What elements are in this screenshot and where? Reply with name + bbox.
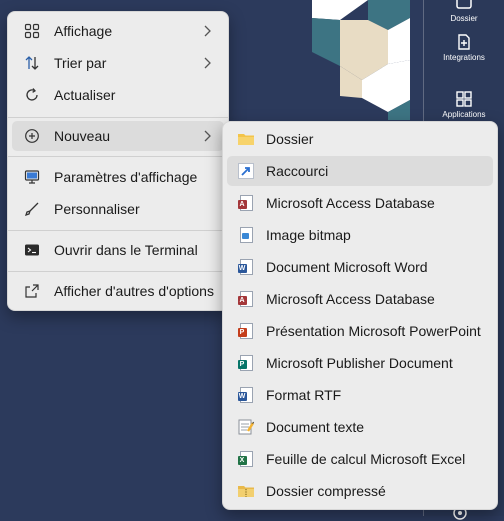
rtf-icon: W (237, 386, 255, 404)
grid-view-icon (24, 23, 40, 39)
rail-item-label: Applications (442, 110, 486, 119)
menu-separator (8, 117, 228, 118)
paintbrush-icon (24, 201, 40, 217)
menu-separator (8, 156, 228, 157)
rail-item-folder[interactable]: Dossier (424, 0, 504, 23)
new-plus-icon (24, 128, 40, 144)
submenu-item-bitmap[interactable]: Image bitmap (227, 220, 493, 250)
display-settings-icon (24, 169, 40, 185)
access-icon: A (237, 194, 255, 212)
menu-item-label: Affichage (54, 23, 113, 39)
folder-icon (237, 130, 255, 148)
access-icon: A (237, 290, 255, 308)
submenu-item-label: Microsoft Access Database (266, 291, 435, 307)
submenu-item-label: Format RTF (266, 387, 342, 403)
bitmap-icon (237, 226, 255, 244)
menu-item-nouveau[interactable]: Nouveau (12, 121, 224, 151)
menu-item-label: Afficher d'autres d'options (54, 283, 214, 299)
submenu-item-label: Document Microsoft Word (266, 259, 428, 275)
chevron-right-icon (204, 25, 211, 37)
submenu-item-label: Dossier (266, 131, 314, 147)
menu-item-label: Ouvrir dans le Terminal (54, 242, 198, 258)
chevron-right-icon (204, 57, 211, 69)
menu-item-label: Paramètres d'affichage (54, 169, 198, 185)
submenu-item-label: Image bitmap (266, 227, 351, 243)
submenu-item-label: Présentation Microsoft PowerPoint (266, 323, 481, 339)
sort-icon (24, 55, 40, 71)
menu-item-ouvrir-terminal[interactable]: Ouvrir dans le Terminal (12, 235, 224, 265)
folder-outline-icon (456, 0, 472, 9)
apps-grid-icon (456, 91, 472, 107)
submenu-item-dossier[interactable]: Dossier (227, 124, 493, 154)
terminal-icon (24, 242, 40, 258)
submenu-item-label: Raccourci (266, 163, 329, 179)
rail-item-label: Dossier (450, 14, 478, 23)
submenu-item-label: Microsoft Publisher Document (266, 355, 453, 371)
menu-separator (8, 271, 228, 272)
menu-item-parametres-affichage[interactable]: Paramètres d'affichage (12, 162, 224, 192)
menu-item-affichage[interactable]: Affichage (12, 16, 224, 46)
submenu-item-excel[interactable]: X Feuille de calcul Microsoft Excel (227, 444, 493, 474)
submenu-item-rtf[interactable]: W Format RTF (227, 380, 493, 410)
submenu-item-label: Dossier compressé (266, 483, 386, 499)
menu-item-autres-options[interactable]: Afficher d'autres d'options (12, 276, 224, 306)
word-icon: W (237, 258, 255, 276)
submenu-item-access-1[interactable]: A Microsoft Access Database (227, 188, 493, 218)
menu-item-label: Nouveau (54, 128, 111, 144)
menu-item-personnaliser[interactable]: Personnaliser (12, 194, 224, 224)
rail-item-label: Integrations (443, 53, 485, 62)
chevron-right-icon (204, 130, 211, 142)
menu-item-label: Personnaliser (54, 201, 140, 217)
rail-item-applications[interactable]: Applications (424, 90, 504, 119)
shortcut-icon (237, 162, 255, 180)
context-menu: Affichage Trier par Actualiser Nouveau P… (7, 11, 229, 311)
menu-separator (8, 230, 228, 231)
submenu-item-texte[interactable]: Document texte (227, 412, 493, 442)
integrations-icon (458, 34, 470, 50)
text-document-icon (237, 418, 255, 436)
rail-item-integrations[interactable]: Integrations (424, 33, 504, 62)
submenu-item-powerpoint[interactable]: P Présentation Microsoft PowerPoint (227, 316, 493, 346)
refresh-icon (24, 87, 40, 103)
menu-item-label: Actualiser (54, 87, 116, 103)
menu-item-label: Trier par (54, 55, 107, 71)
submenu-item-label: Microsoft Access Database (266, 195, 435, 211)
publisher-icon: P (237, 354, 255, 372)
submenu-item-access-2[interactable]: A Microsoft Access Database (227, 284, 493, 314)
more-options-icon (24, 283, 40, 299)
submenu-item-compresse[interactable]: Dossier compressé (227, 476, 493, 506)
powerpoint-icon: P (237, 322, 255, 340)
submenu-item-publisher[interactable]: P Microsoft Publisher Document (227, 348, 493, 378)
menu-item-actualiser[interactable]: Actualiser (12, 80, 224, 110)
new-submenu: Dossier Raccourci A Microsoft Access Dat… (222, 121, 498, 510)
excel-icon: X (237, 450, 255, 468)
menu-item-trier-par[interactable]: Trier par (12, 48, 224, 78)
submenu-item-label: Feuille de calcul Microsoft Excel (266, 451, 466, 467)
submenu-item-label: Document texte (266, 419, 365, 435)
zip-folder-icon (237, 482, 255, 500)
submenu-item-raccourci[interactable]: Raccourci (227, 156, 493, 186)
submenu-item-word[interactable]: W Document Microsoft Word (227, 252, 493, 282)
